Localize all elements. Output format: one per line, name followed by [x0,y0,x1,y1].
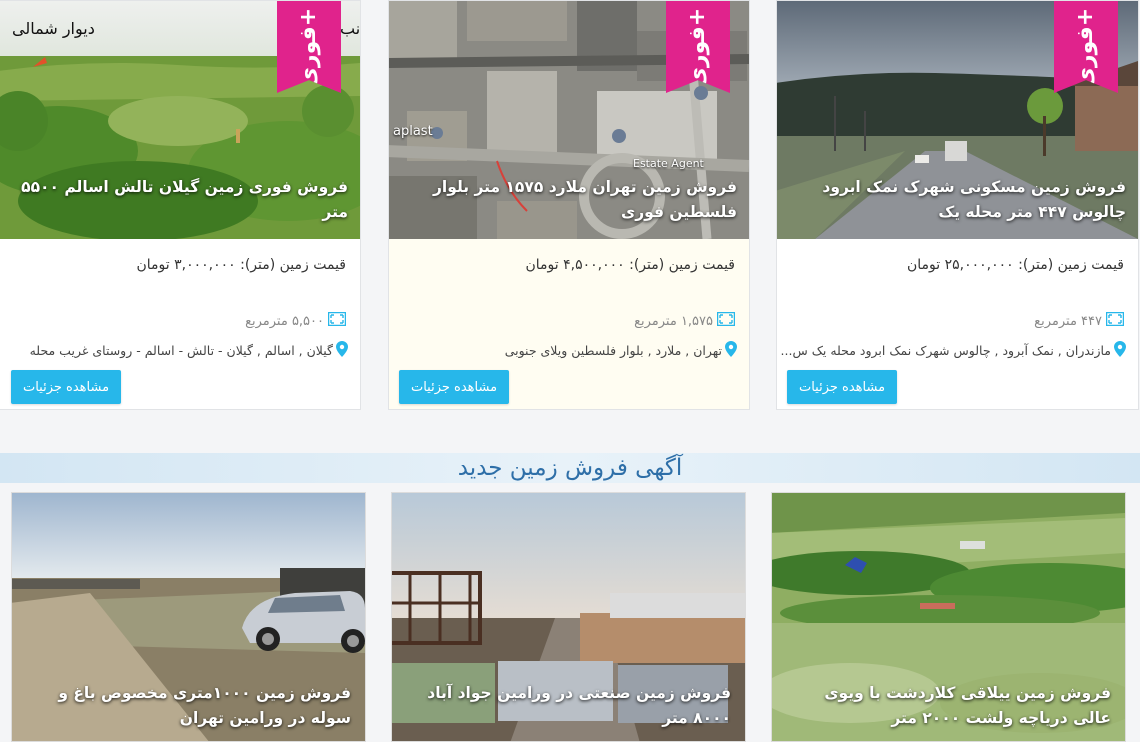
map-pin-icon [1114,341,1126,360]
photo-overlay-text: دیوار شمالی [12,19,95,38]
photo-overlay-text: انب [340,19,360,38]
listing-photo[interactable]: +فوری فروش زمین مسکونی شهرک نمک ابرود چا… [777,1,1138,239]
section-title-text: آگهی فروش زمین جدید [457,455,683,481]
map-pin-icon [725,341,737,360]
area-value: ۴۴۷ مترمربع [1034,313,1102,329]
listing-card[interactable]: aplast Estate Agent +فوری فروش زمین تهرا… [388,0,750,410]
listing-location: گیلان , اسالم , گیلان - تالش - اسالم - ر… [30,341,348,360]
listing-area: ۱,۵۷۵ مترمربع [634,311,736,330]
new-listing-title[interactable]: فروش زمین صنعتی در ورامین جواد آباد ۸۰۰۰… [404,681,731,731]
listing-title[interactable]: فروش زمین مسکونی شهرک نمک ابرود چالوس ۴۴… [787,175,1126,225]
map-label: Estate Agent [633,157,704,170]
area-value: ۱,۵۷۵ مترمربع [634,313,713,329]
new-listing-title[interactable]: فروش زمین ۱۰۰۰متری مخصوص باغ و سوله در و… [24,681,351,731]
new-listing-tile[interactable]: فروش زمین ییلاقی کلاردشت با ویوی عالی در… [771,492,1126,742]
listing-price: قیمت زمین (متر): ۳,۰۰۰,۰۰۰ تومان [136,257,346,273]
listing-location: مازندران , نمک آبرود , چالوس شهرک نمک اب… [781,341,1126,360]
badge-label: +فوری [296,7,322,87]
listing-area: ۴۴۷ مترمربع [1034,311,1125,330]
listing-title[interactable]: فروش فوری زمین گیلان تالش اسالم ۵۵۰۰ متر [10,175,348,225]
listing-photo[interactable]: دیوار شمالی انب +فوری فروش فوری زمین گیل… [0,1,360,239]
listing-title[interactable]: فروش زمین تهران ملارد ۱۵۷۵ متر بلوار فلس… [399,175,737,225]
new-listing-tile[interactable]: فروش زمین صنعتی در ورامین جواد آباد ۸۰۰۰… [391,492,746,742]
listing-card[interactable]: دیوار شمالی انب +فوری فروش فوری زمین گیل… [0,0,361,410]
listing-card[interactable]: +فوری فروش زمین مسکونی شهرک نمک ابرود چا… [776,0,1139,410]
view-details-button[interactable]: مشاهده جزئیات [399,370,509,404]
location-text: مازندران , نمک آبرود , چالوس شهرک نمک اب… [780,343,1111,358]
instant-badge: +فوری [1054,1,1118,93]
area-frame-icon [716,311,736,330]
map-pin-icon [336,341,348,360]
listing-photo[interactable]: aplast Estate Agent +فوری فروش زمین تهرا… [389,1,749,239]
new-listing-title[interactable]: فروش زمین ییلاقی کلاردشت با ویوی عالی در… [784,681,1111,731]
badge-label: +فوری [685,7,711,87]
location-text: گیلان , اسالم , گیلان - تالش - اسالم - ر… [29,343,333,358]
view-details-button[interactable]: مشاهده جزئیات [787,370,897,404]
map-label: aplast [393,124,433,139]
location-text: تهران , ملارد , بلوار فلسطین ویلای جنوبی [504,343,722,358]
new-listing-tile[interactable]: فروش زمین ۱۰۰۰متری مخصوص باغ و سوله در و… [11,492,366,742]
section-title: آگهی فروش زمین جدید [0,453,1140,483]
listing-price: قیمت زمین (متر): ۴,۵۰۰,۰۰۰ تومان [525,257,735,273]
area-frame-icon [327,311,347,330]
instant-badge: +فوری [277,1,341,93]
listing-location: تهران , ملارد , بلوار فلسطین ویلای جنوبی [505,341,737,360]
view-details-button[interactable]: مشاهده جزئیات [11,370,121,404]
badge-label: +فوری [1073,7,1099,87]
area-value: ۵,۵۰۰ مترمربع [245,313,324,329]
listing-price: قیمت زمین (متر): ۲۵,۰۰۰,۰۰۰ تومان [906,257,1124,273]
listing-area: ۵,۵۰۰ مترمربع [245,311,347,330]
area-frame-icon [1105,311,1125,330]
instant-badge: +فوری [666,1,730,93]
